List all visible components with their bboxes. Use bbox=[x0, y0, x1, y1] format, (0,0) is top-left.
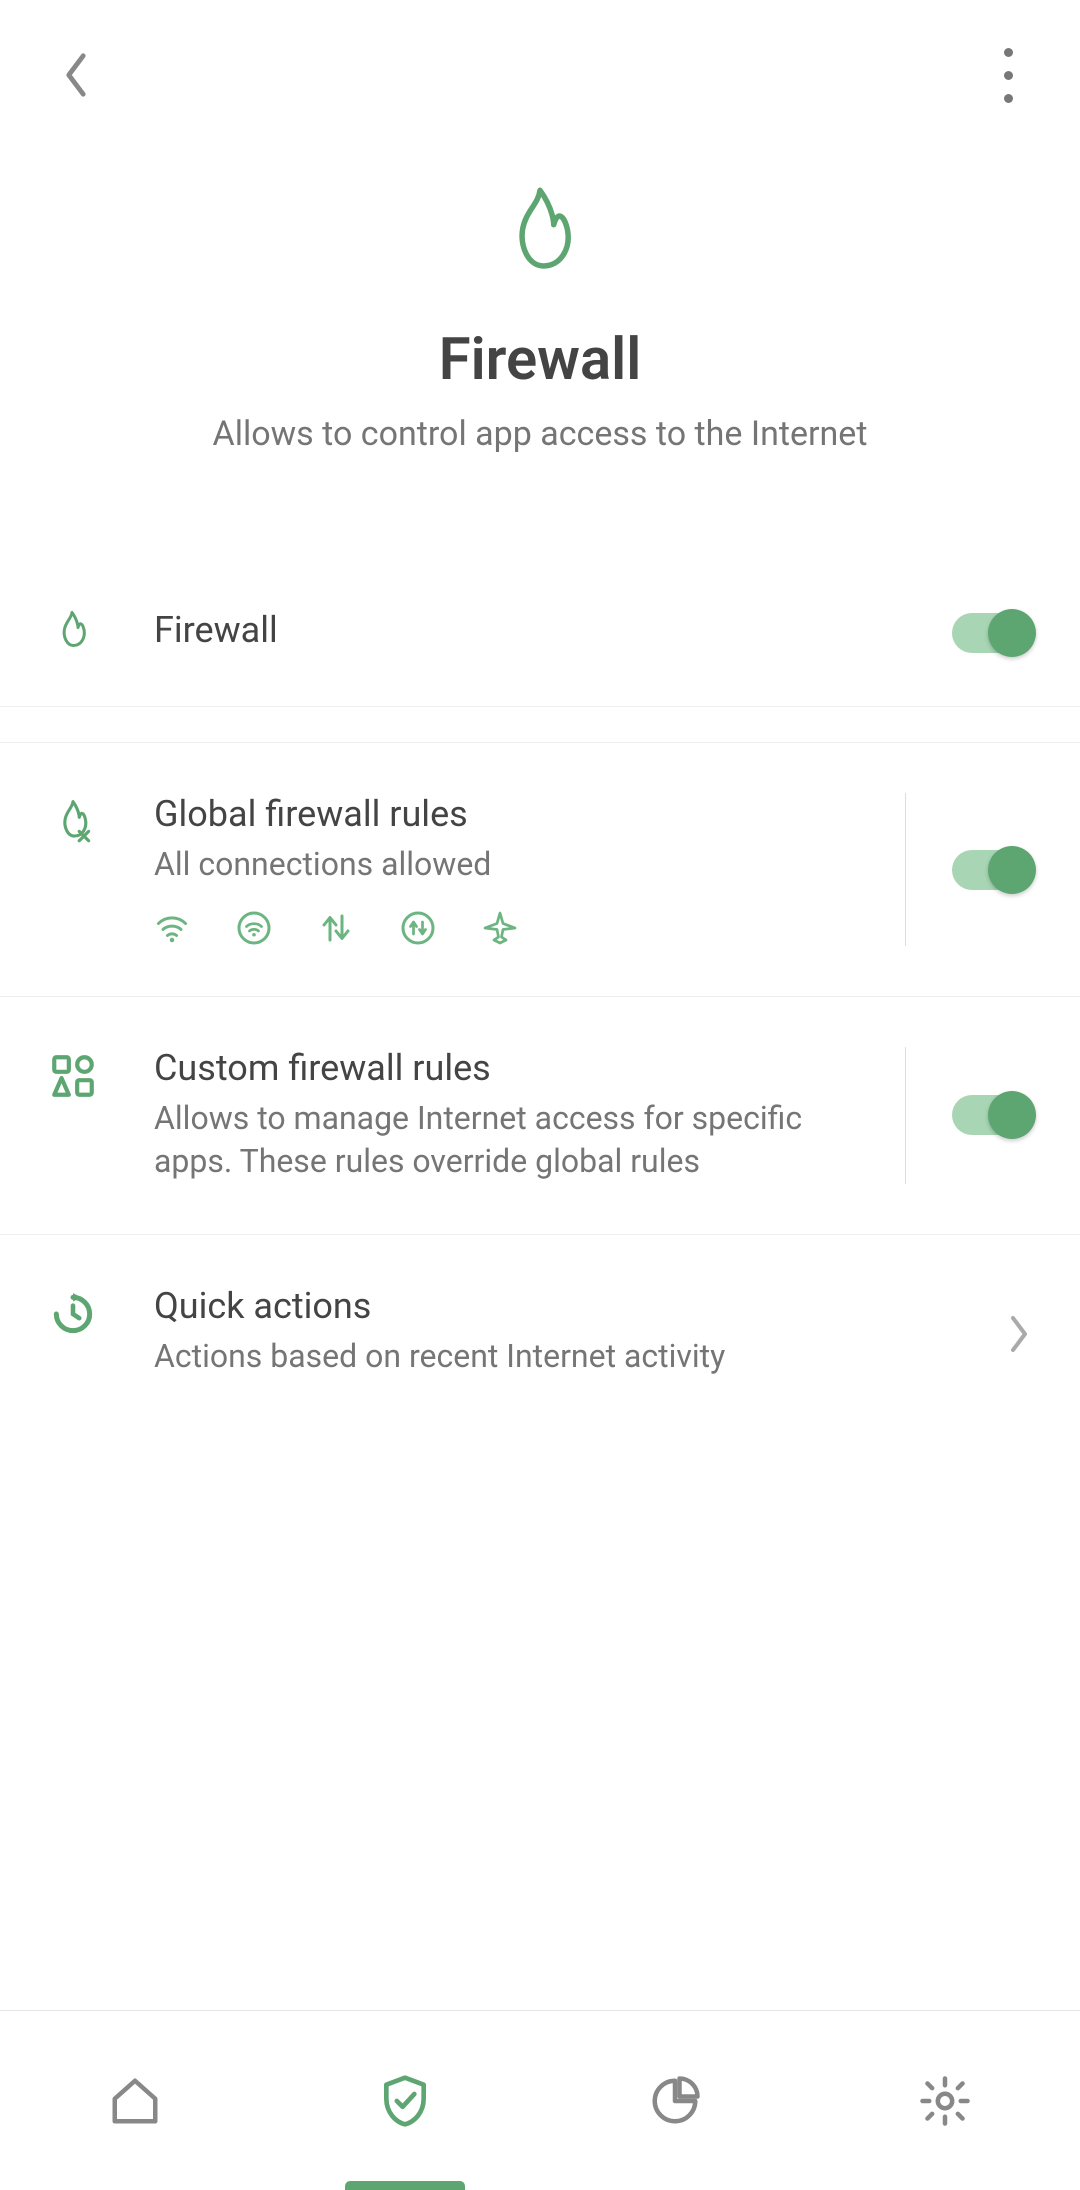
firewall-screen: Firewall Allows to control app access to… bbox=[0, 0, 1080, 2190]
fire-icon bbox=[48, 608, 96, 656]
row-icon bbox=[48, 1047, 108, 1101]
firewall-toggle[interactable] bbox=[952, 613, 1032, 653]
home-icon bbox=[108, 2074, 162, 2128]
spacer bbox=[0, 707, 1080, 743]
settings-list: Firewall Global firewall rules All conne… bbox=[0, 554, 1080, 1428]
row-title: Custom firewall rules bbox=[154, 1047, 875, 1089]
more-vert-icon bbox=[1004, 48, 1013, 103]
page-title: Firewall bbox=[40, 326, 1040, 394]
clock-refresh-icon bbox=[48, 1289, 98, 1339]
shield-check-icon bbox=[377, 2073, 433, 2129]
row-main: Quick actions Actions based on recent In… bbox=[108, 1285, 976, 1378]
row-main: Custom firewall rules Allows to manage I… bbox=[108, 1047, 875, 1183]
row-subtitle: Actions based on recent Internet activit… bbox=[154, 1335, 976, 1378]
global-rules-toggle[interactable] bbox=[952, 850, 1032, 890]
page-subtitle: Allows to control app access to the Inte… bbox=[40, 414, 1040, 454]
roaming-icon bbox=[400, 910, 436, 946]
row-icon bbox=[48, 1285, 108, 1339]
wifi-icon bbox=[154, 910, 190, 946]
row-main: Global firewall rules All connections al… bbox=[108, 793, 875, 946]
chevron-right-icon bbox=[1006, 1314, 1032, 1354]
chevron-left-icon bbox=[61, 51, 91, 99]
hero-icon-wrap bbox=[40, 180, 1040, 290]
row-right bbox=[922, 607, 1032, 653]
nav-settings[interactable] bbox=[810, 2011, 1080, 2190]
row-title: Global firewall rules bbox=[154, 793, 875, 835]
row-quick-actions[interactable]: Quick actions Actions based on recent In… bbox=[0, 1235, 1080, 1428]
mobile-data-icon bbox=[318, 910, 354, 946]
row-main: Firewall bbox=[108, 609, 922, 651]
row-title: Quick actions bbox=[154, 1285, 976, 1327]
row-subtitle: All connections allowed bbox=[154, 843, 875, 886]
row-icon bbox=[48, 604, 108, 656]
row-custom-rules[interactable]: Custom firewall rules Allows to manage I… bbox=[0, 997, 1080, 1234]
row-right bbox=[905, 793, 1032, 946]
hero: Firewall Allows to control app access to… bbox=[0, 150, 1080, 554]
custom-rules-toggle[interactable] bbox=[952, 1095, 1032, 1135]
nav-protection[interactable] bbox=[270, 2011, 540, 2190]
fire-icon bbox=[485, 180, 595, 290]
row-icon bbox=[48, 793, 108, 847]
pie-chart-icon bbox=[648, 2074, 702, 2128]
top-bar bbox=[0, 0, 1080, 150]
row-subtitle: Allows to manage Internet access for spe… bbox=[154, 1097, 875, 1183]
fire-x-icon bbox=[48, 797, 98, 847]
nav-stats[interactable] bbox=[540, 2011, 810, 2190]
connection-type-icons bbox=[154, 910, 875, 946]
back-button[interactable] bbox=[54, 53, 98, 97]
gear-icon bbox=[918, 2074, 972, 2128]
row-right bbox=[905, 1047, 1032, 1183]
overflow-menu-button[interactable] bbox=[986, 53, 1030, 97]
wifi-circle-icon bbox=[236, 910, 272, 946]
row-right bbox=[976, 1308, 1032, 1354]
nav-home[interactable] bbox=[0, 2011, 270, 2190]
row-global-rules[interactable]: Global firewall rules All connections al… bbox=[0, 743, 1080, 997]
airplane-icon bbox=[482, 910, 518, 946]
bottom-nav bbox=[0, 2010, 1080, 2190]
shapes-grid-icon bbox=[48, 1051, 98, 1101]
row-title: Firewall bbox=[154, 609, 922, 651]
row-firewall-master[interactable]: Firewall bbox=[0, 554, 1080, 707]
